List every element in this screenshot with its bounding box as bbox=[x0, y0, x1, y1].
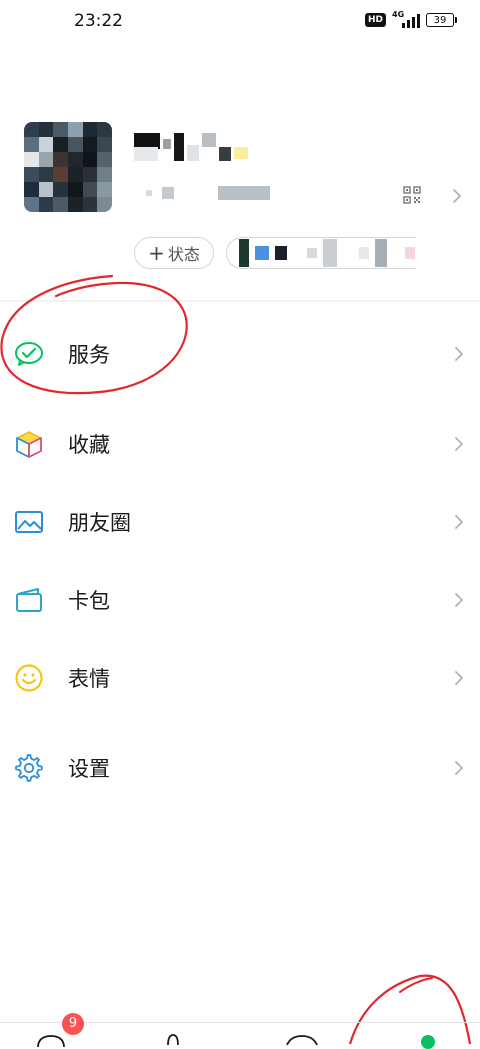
chat-bubble-icon bbox=[37, 1035, 65, 1047]
menu-label: 卡包 bbox=[68, 589, 110, 613]
me-tab-active-icon bbox=[421, 1035, 435, 1049]
wechat-id-mosaic bbox=[146, 186, 270, 200]
status-bar: 23:22 HD 4G 39 bbox=[0, 0, 480, 44]
menu-item-services[interactable]: 服务 bbox=[0, 318, 480, 390]
menu-label: 设置 bbox=[68, 757, 110, 781]
contacts-icon bbox=[167, 1034, 179, 1045]
add-status-label: 状态 bbox=[167, 245, 200, 264]
tab-discover[interactable] bbox=[240, 1023, 360, 1045]
wechat-pay-icon bbox=[15, 342, 43, 366]
unread-badge: 9 bbox=[62, 1013, 84, 1035]
status-icons: HD 4G 39 bbox=[364, 10, 457, 28]
bottom-tab-bar: 9 bbox=[0, 1013, 480, 1049]
tab-chats[interactable]: 9 bbox=[0, 1013, 120, 1047]
qr-code-icon[interactable] bbox=[403, 186, 421, 204]
chevron-right-icon bbox=[455, 437, 463, 451]
friend-status-pill[interactable] bbox=[226, 237, 416, 269]
moments-photo-icon bbox=[15, 511, 43, 533]
battery-icon: 39 bbox=[426, 13, 457, 27]
settings-gear-icon bbox=[15, 754, 43, 782]
chevron-right-icon bbox=[455, 593, 463, 607]
plus-icon: + bbox=[148, 241, 165, 265]
menu-label: 服务 bbox=[68, 343, 110, 367]
avatar[interactable] bbox=[24, 122, 112, 212]
section-divider bbox=[0, 300, 480, 302]
menu-item-stickers[interactable]: 表情 bbox=[0, 642, 480, 714]
chevron-right-icon[interactable] bbox=[452, 188, 462, 204]
hd-icon: HD bbox=[364, 13, 386, 27]
nickname-mosaic-lower bbox=[134, 147, 158, 161]
tab-me[interactable] bbox=[360, 1023, 480, 1049]
menu-item-settings[interactable]: 设置 bbox=[0, 732, 480, 804]
card-wallet-icon bbox=[16, 588, 42, 612]
chevron-right-icon bbox=[455, 671, 463, 685]
favorites-cube-icon bbox=[16, 431, 42, 458]
menu-item-card-wallet[interactable]: 卡包 bbox=[0, 564, 480, 636]
menu-label: 朋友圈 bbox=[68, 511, 131, 535]
status-time: 23:22 bbox=[74, 11, 123, 31]
signal-icon: 4G bbox=[392, 10, 420, 28]
chevron-right-icon bbox=[455, 347, 463, 361]
chevron-right-icon bbox=[455, 515, 463, 529]
menu-label: 表情 bbox=[68, 667, 110, 691]
menu-item-favorites[interactable]: 收藏 bbox=[0, 408, 480, 480]
menu-label: 收藏 bbox=[68, 433, 110, 457]
sticker-smile-icon bbox=[15, 664, 43, 692]
add-status-button[interactable]: + 状态 bbox=[134, 237, 214, 269]
chevron-right-icon bbox=[455, 761, 463, 775]
menu-item-moments[interactable]: 朋友圈 bbox=[0, 486, 480, 558]
tab-contacts[interactable] bbox=[120, 1023, 240, 1045]
